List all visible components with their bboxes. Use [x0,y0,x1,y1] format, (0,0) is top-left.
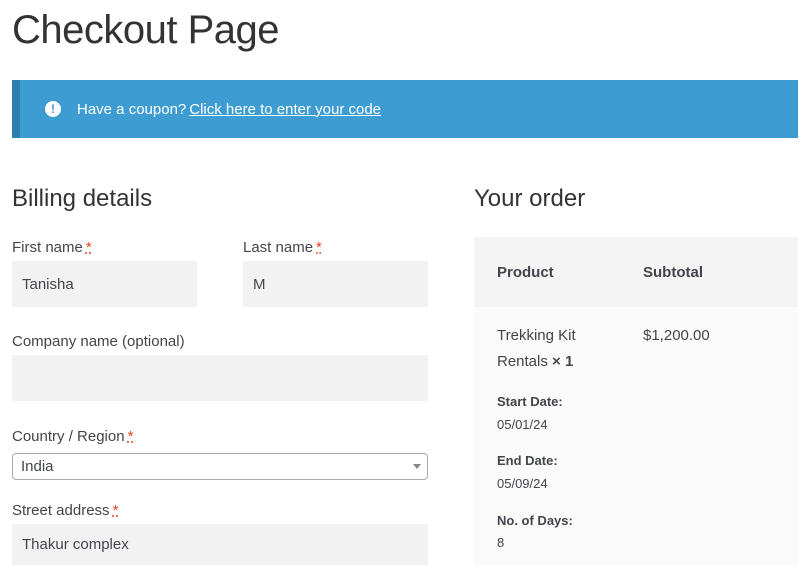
required-marker: * [127,428,134,445]
chevron-down-icon [413,464,421,469]
street-address-input[interactable] [12,524,428,565]
first-name-input[interactable] [12,261,197,307]
product-name-line2: Rentals × 1 [497,353,574,370]
days-count-label: No. of Days: [497,513,573,528]
enter-coupon-link[interactable]: Click here to enter your code [189,101,381,118]
exclamation-icon: ! [45,101,61,117]
last-name-input[interactable] [243,261,428,307]
country-selected-value: India [21,458,54,475]
country-region-select[interactable]: India [12,453,428,480]
required-marker: * [112,502,119,519]
last-name-label: Last name * [243,239,322,256]
your-order-title: Your order [474,185,586,212]
order-table-header: Product Subtotal [474,237,798,307]
days-count-value: 8 [497,535,505,550]
company-name-input[interactable] [12,355,428,401]
product-quantity: × 1 [552,353,574,370]
street-address-label: Street address * [12,502,119,519]
page-title: Checkout Page [12,8,280,52]
start-date-value: 05/01/24 [497,417,548,432]
start-date-label: Start Date: [497,394,563,409]
product-subtotal: $1,200.00 [643,327,710,344]
company-name-label: Company name (optional) [12,333,185,350]
required-marker: * [316,239,322,256]
coupon-notice-text: Have a coupon? [77,100,187,118]
required-marker: * [85,239,92,256]
billing-details-title: Billing details [12,185,153,212]
coupon-notice: ! Have a coupon? Click here to enter you… [12,80,798,138]
subtotal-column-header: Subtotal [643,264,703,281]
end-date-label: End Date: [497,453,558,468]
country-region-label: Country / Region * [12,428,134,445]
first-name-label: First name * [12,239,92,256]
end-date-value: 05/09/24 [497,476,548,491]
product-column-header: Product [497,264,554,281]
product-name-line1: Trekking Kit [497,327,576,344]
order-review-table: Product Subtotal Trekking Kit Rentals × … [474,237,798,565]
